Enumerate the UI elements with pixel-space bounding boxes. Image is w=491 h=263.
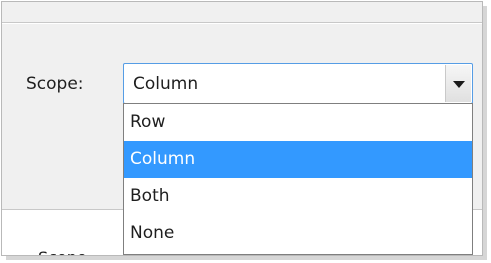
screenshot-frame: Scope: Column Scope 1 Row Column Both No… — [1, 1, 483, 256]
scope-option-row[interactable]: Row — [124, 104, 472, 141]
scope-combobox-value: Column — [133, 74, 199, 94]
scope-dropdown-button[interactable] — [445, 65, 471, 102]
scope-combobox[interactable]: Column — [123, 63, 473, 104]
scope-option-column[interactable]: Column — [124, 141, 472, 178]
frame-shadow-bottom — [6, 256, 487, 260]
background-label-fragment: Scope — [38, 248, 87, 255]
scope-option-none[interactable]: None — [124, 215, 472, 252]
scope-option-both[interactable]: Both — [124, 178, 472, 215]
scope-dropdown-list: Row Column Both None — [123, 103, 473, 255]
top-divider-highlight — [2, 23, 482, 24]
frame-shadow-right — [483, 6, 487, 258]
scope-label: Scope: — [26, 74, 84, 94]
chevron-down-icon — [453, 81, 465, 88]
